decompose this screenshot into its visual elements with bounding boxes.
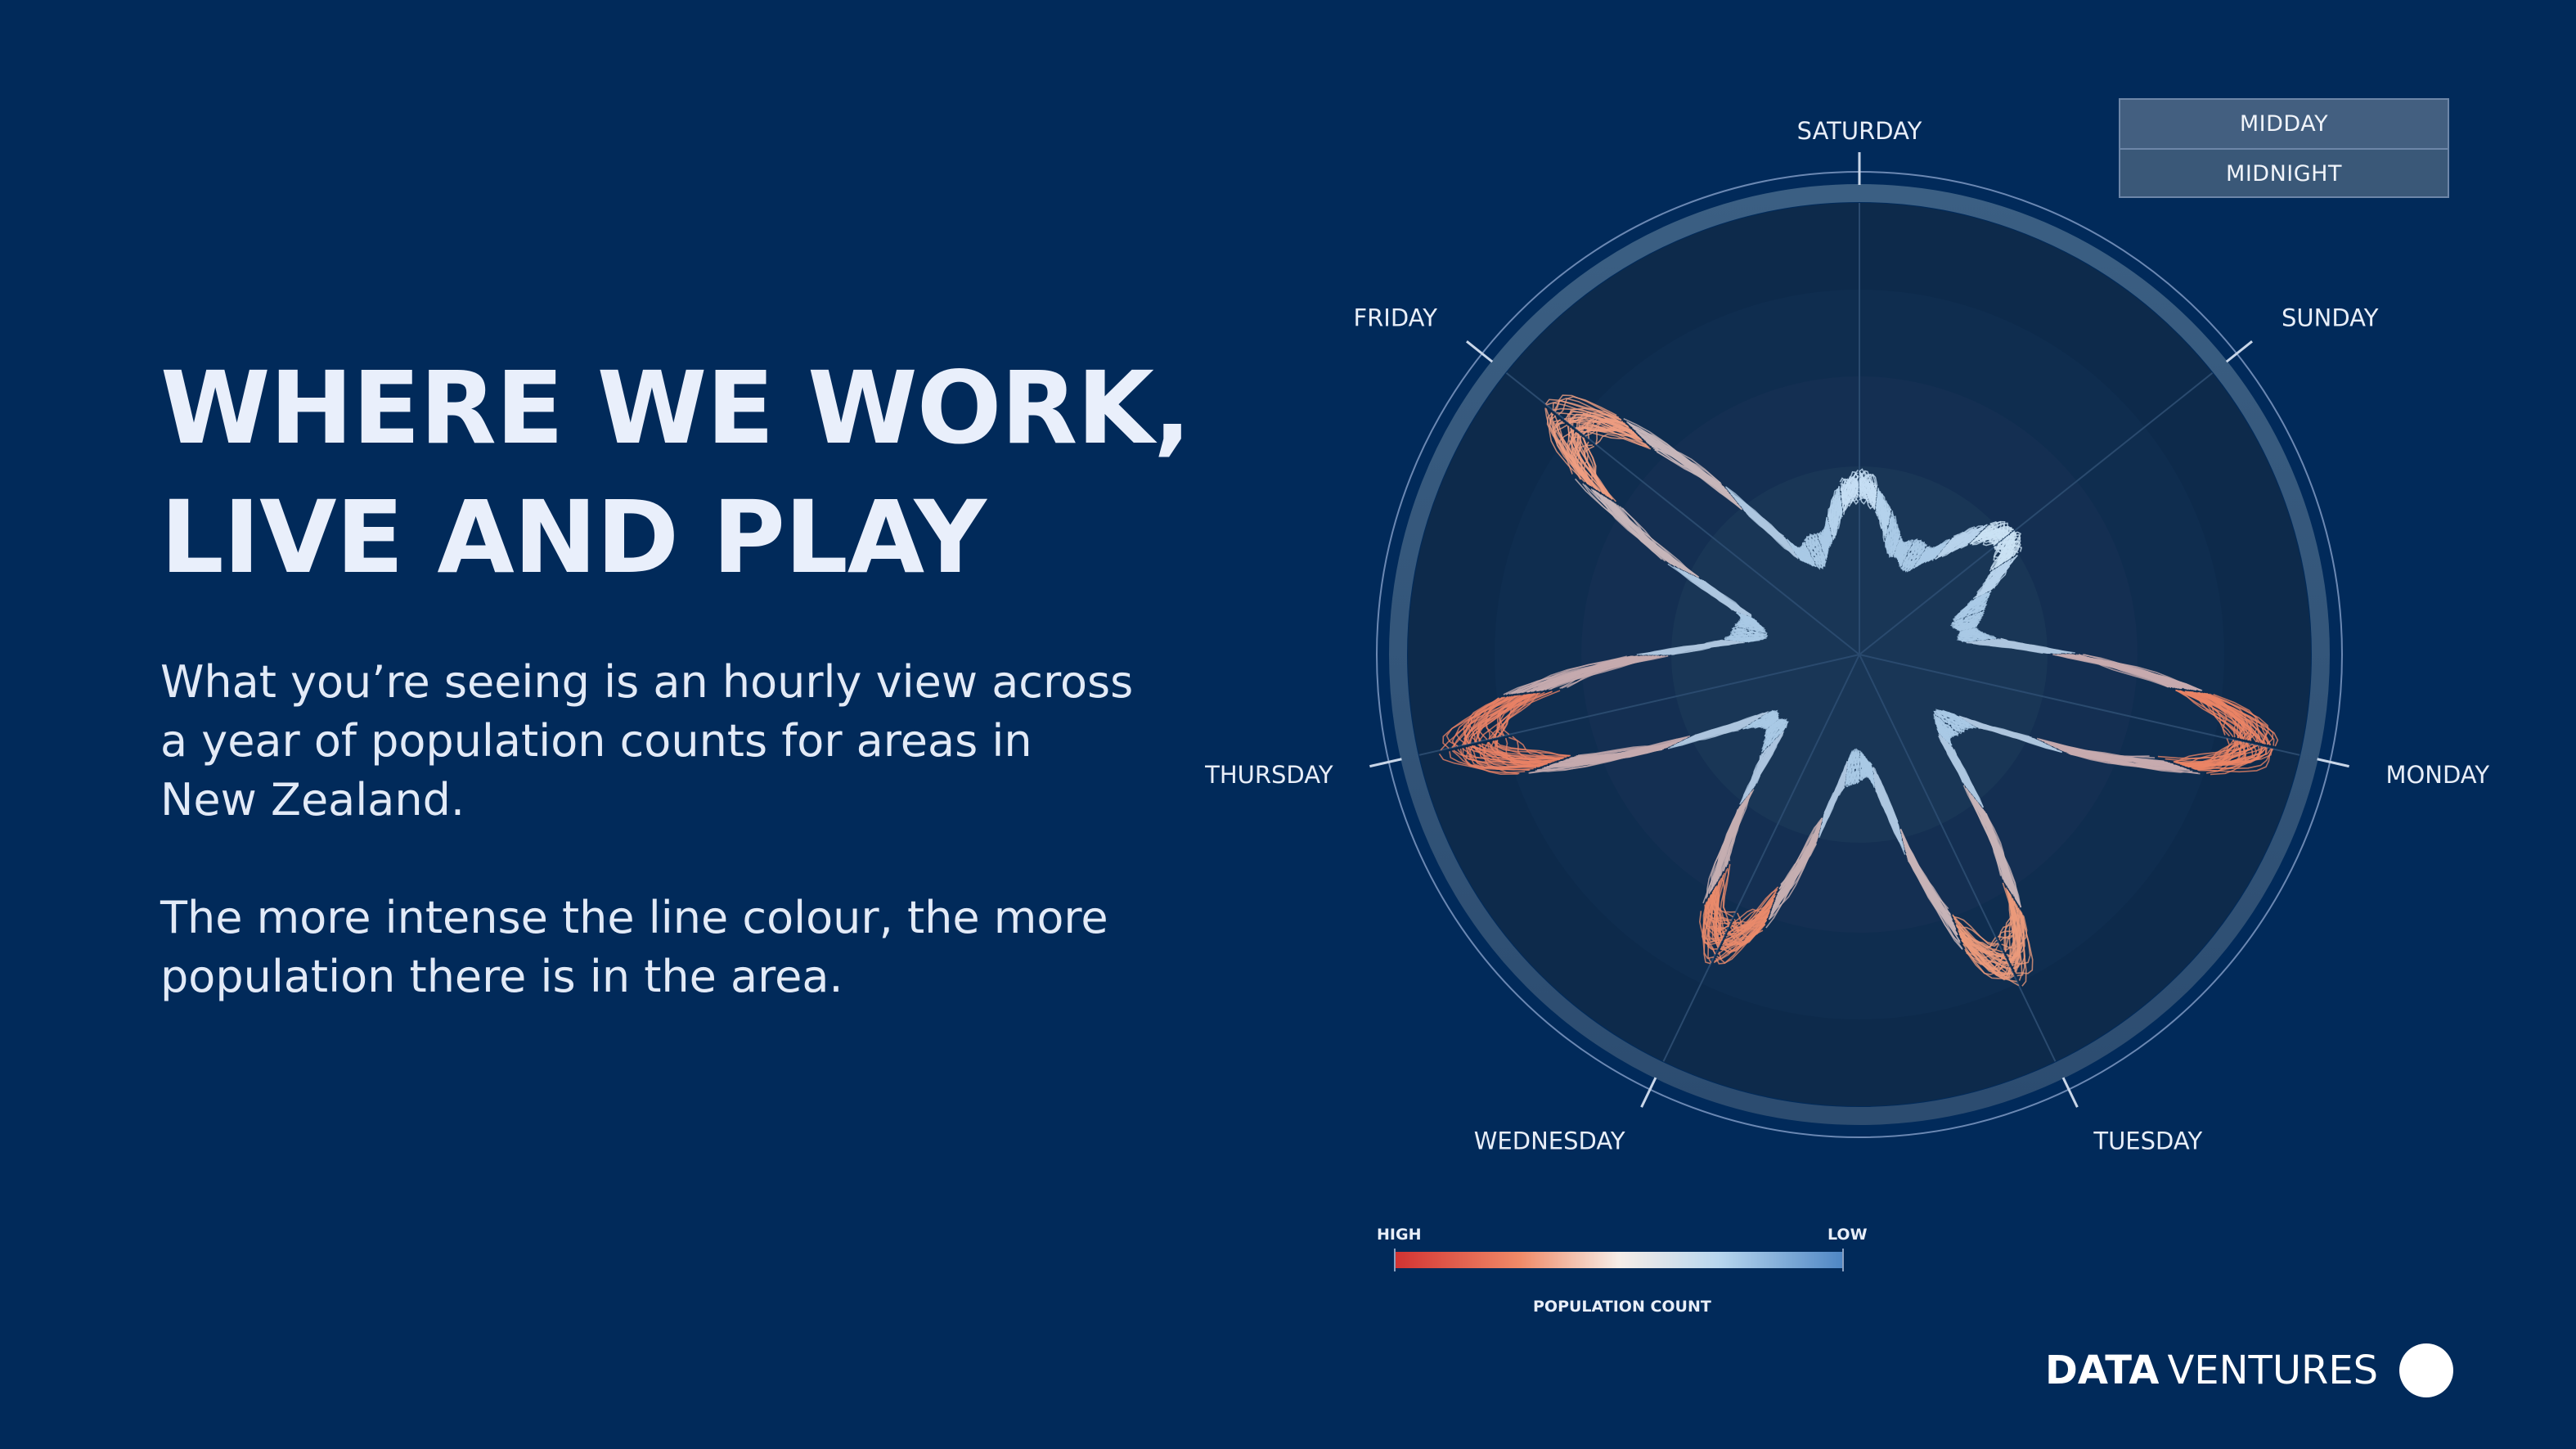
axis-tick-thursday (1369, 758, 1402, 768)
axis-tick-wednesday (1640, 1077, 1657, 1108)
axis-tick-monday (2317, 758, 2349, 768)
radial-population-chart: SATURDAY SUNDAY MONDAY TUESDAY WEDNESDAY THUR… (1204, 117, 2489, 1155)
legend-title: POPULATION COUNT (1533, 1298, 1711, 1316)
midnight-toggle-button[interactable]: MIDNIGHT (2120, 148, 2448, 198)
axis-tick-sunday (2225, 340, 2253, 363)
brand-circle-icon (2399, 1343, 2454, 1397)
day-label-saturday: SATURDAY (1797, 117, 1922, 145)
day-label-friday: FRIDAY (1353, 304, 1437, 331)
day-label-sunday: SUNDAY (2282, 304, 2379, 331)
brand-light-text: VENTURES (2167, 1348, 2379, 1393)
axis-tick-tuesday (2061, 1077, 2079, 1108)
axis-tick-friday (1466, 340, 1494, 363)
day-label-thursday: THURSDAY (1204, 761, 1333, 789)
day-label-monday: MONDAY (2385, 761, 2489, 789)
legend-low-label: LOW (1827, 1226, 1868, 1244)
brand-strong-text: DATA (2045, 1348, 2160, 1393)
time-toggle[interactable]: MIDDAY MIDNIGHT (2119, 98, 2449, 198)
day-label-tuesday: TUESDAY (2093, 1127, 2202, 1155)
legend-high-label: HIGH (1377, 1226, 1422, 1244)
legend-color-bar (1394, 1249, 1844, 1271)
midday-toggle-button[interactable]: MIDDAY (2120, 100, 2448, 148)
day-label-wednesday: WEDNESDAY (1474, 1127, 1625, 1155)
data-ventures-logo: DATA VENTURES (2045, 1342, 2454, 1399)
